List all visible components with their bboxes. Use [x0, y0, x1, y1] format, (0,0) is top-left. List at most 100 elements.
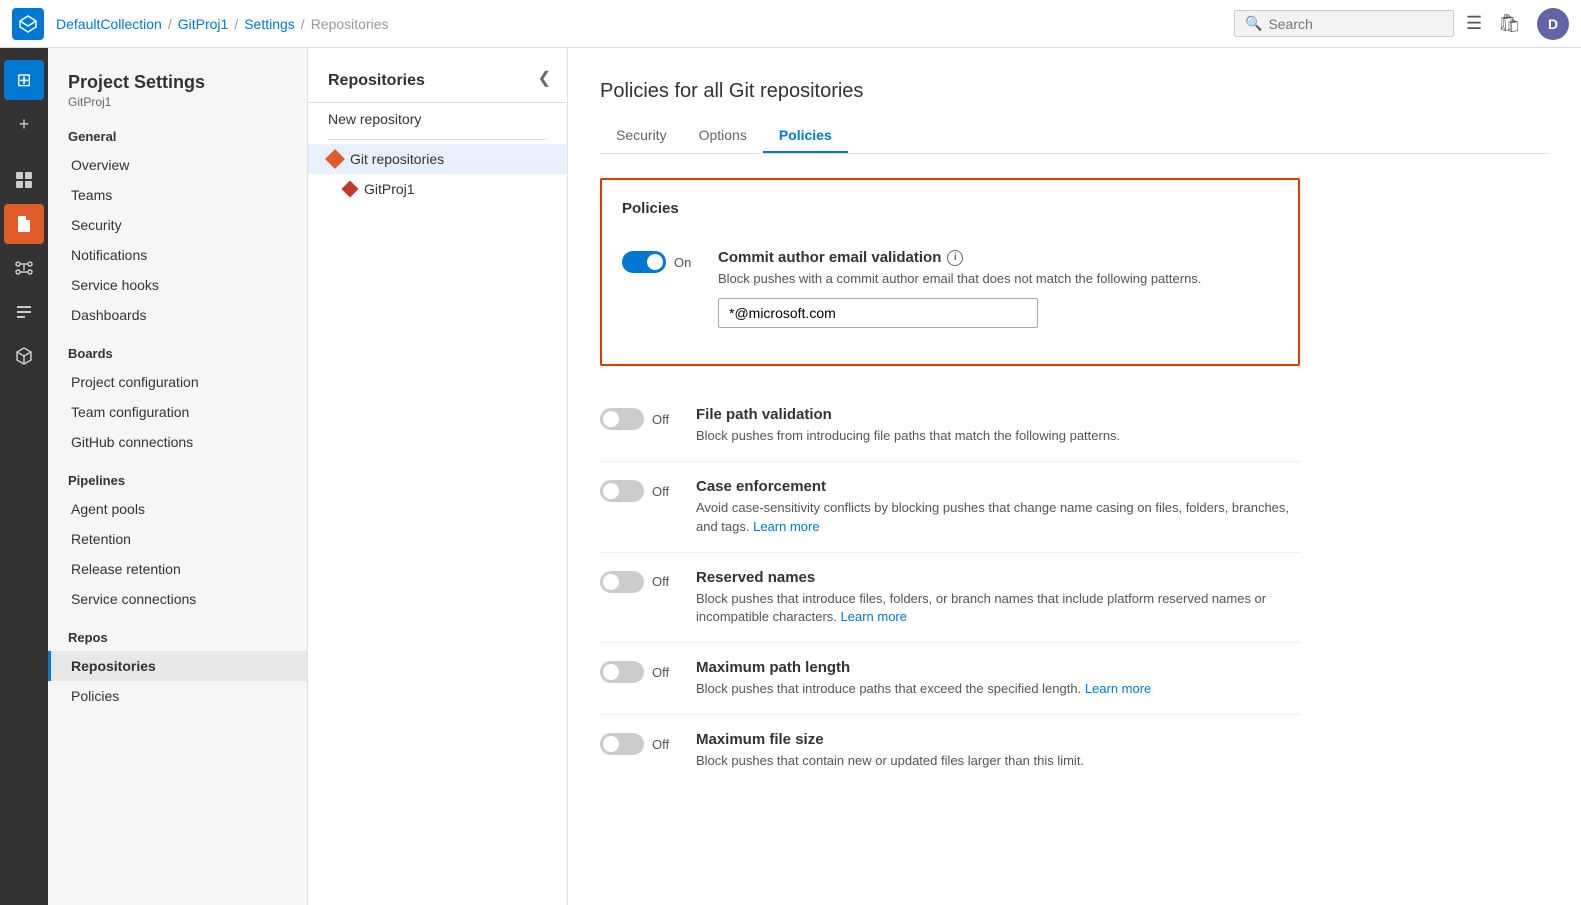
- sidebar-item-security[interactable]: Security: [48, 210, 307, 240]
- git-repos-icon: [325, 149, 345, 169]
- sidebar-header: Project Settings GitProj1: [48, 56, 307, 113]
- icon-rail: ⊞ +: [0, 0, 48, 905]
- policy-info-file-path: File path validation Block pushes from i…: [696, 406, 1300, 445]
- policies-highlighted-box: Policies On Commit author email validati…: [600, 178, 1300, 366]
- search-icon: 🔍: [1245, 15, 1262, 32]
- second-panel: ❮ Repositories New repository Git reposi…: [308, 0, 568, 905]
- tab-policies[interactable]: Policies: [763, 119, 848, 153]
- sidebar-item-team-config[interactable]: Team configuration: [48, 397, 307, 427]
- page-title: Policies for all Git repositories: [600, 80, 1549, 103]
- rail-repos[interactable]: [4, 204, 44, 244]
- main-inner: Policies for all Git repositories Securi…: [568, 56, 1581, 811]
- sidebar-item-service-hooks[interactable]: Service hooks: [48, 270, 307, 300]
- repo-name: GitProj1: [364, 181, 415, 197]
- toggle-reserved[interactable]: [600, 571, 644, 593]
- toggle-slider-reserved: [600, 571, 644, 593]
- bag-icon[interactable]: 🛍: [1498, 13, 1521, 34]
- toggle-label-path-length: Off: [652, 665, 669, 680]
- menu-icon[interactable]: ☰: [1466, 13, 1482, 34]
- commit-email-pattern-input[interactable]: [718, 298, 1038, 328]
- learn-more-case[interactable]: Learn more: [753, 519, 819, 534]
- rail-plus[interactable]: +: [4, 104, 44, 144]
- policy-title-reserved: Reserved names: [696, 569, 1300, 586]
- toggle-slider-commit-email: [622, 251, 666, 273]
- toggle-label-case: Off: [652, 484, 669, 499]
- breadcrumb-project[interactable]: GitProj1: [178, 16, 229, 32]
- toggle-path-length[interactable]: [600, 661, 644, 683]
- rail-home[interactable]: ⊞: [4, 60, 44, 100]
- tabs: Security Options Policies: [600, 119, 1549, 154]
- git-repositories-item[interactable]: Git repositories: [308, 144, 567, 174]
- sidebar-item-release-retention[interactable]: Release retention: [48, 554, 307, 584]
- section-general: General: [48, 113, 307, 150]
- sidebar-item-teams[interactable]: Teams: [48, 180, 307, 210]
- breadcrumb-collection[interactable]: DefaultCollection: [56, 16, 162, 32]
- toggle-case[interactable]: [600, 480, 644, 502]
- sidebar: Project Settings GitProj1 General Overvi…: [48, 0, 308, 905]
- app-logo[interactable]: [12, 8, 44, 40]
- policy-row-path-length: Off Maximum path length Block pushes tha…: [600, 643, 1300, 715]
- sidebar-title: Project Settings: [68, 72, 287, 93]
- tab-security[interactable]: Security: [600, 119, 683, 153]
- rail-testplans[interactable]: [4, 292, 44, 332]
- sidebar-subtitle: GitProj1: [68, 95, 287, 109]
- toggle-file-path[interactable]: [600, 408, 644, 430]
- learn-more-reserved[interactable]: Learn more: [841, 609, 907, 624]
- sidebar-item-dashboards[interactable]: Dashboards: [48, 300, 307, 330]
- sidebar-item-service-connections[interactable]: Service connections: [48, 584, 307, 614]
- policy-desc-file-path: Block pushes from introducing file paths…: [696, 427, 1300, 445]
- learn-more-path-length[interactable]: Learn more: [1085, 681, 1151, 696]
- sidebar-item-github[interactable]: GitHub connections: [48, 427, 307, 457]
- tab-options[interactable]: Options: [683, 119, 763, 153]
- toggle-commit-email[interactable]: [622, 251, 666, 273]
- toggle-file-size[interactable]: [600, 733, 644, 755]
- policy-info-reserved: Reserved names Block pushes that introdu…: [696, 569, 1300, 626]
- sidebar-item-notifications[interactable]: Notifications: [48, 240, 307, 270]
- policy-row-case: Off Case enforcement Avoid case-sensitiv…: [600, 462, 1300, 552]
- policy-desc-file-size: Block pushes that contain new or updated…: [696, 752, 1300, 770]
- avatar[interactable]: D: [1537, 8, 1569, 40]
- toggle-area-file-size: Off: [600, 731, 680, 755]
- sidebar-item-repositories[interactable]: Repositories: [48, 651, 307, 681]
- search-box[interactable]: 🔍: [1234, 10, 1454, 37]
- breadcrumb: DefaultCollection / GitProj1 / Settings …: [56, 16, 1234, 32]
- rail-boards[interactable]: [4, 160, 44, 200]
- policy-row-commit-email: On Commit author email validation i Bloc…: [622, 233, 1278, 344]
- breadcrumb-settings[interactable]: Settings: [244, 16, 295, 32]
- repo-icon: [342, 181, 359, 198]
- policy-input-commit-email: [718, 298, 1278, 328]
- sidebar-item-project-config[interactable]: Project configuration: [48, 367, 307, 397]
- toggle-slider-file-path: [600, 408, 644, 430]
- toggle-slider-path-length: [600, 661, 644, 683]
- policy-title-file-size: Maximum file size: [696, 731, 1300, 748]
- info-icon-commit-email[interactable]: i: [947, 250, 963, 266]
- topnav: DefaultCollection / GitProj1 / Settings …: [0, 0, 1581, 48]
- sidebar-item-overview[interactable]: Overview: [48, 150, 307, 180]
- policy-title-case: Case enforcement: [696, 478, 1300, 495]
- topnav-actions: ☰ 🛍 D: [1466, 8, 1569, 40]
- toggle-area-commit-email: On: [622, 249, 702, 273]
- policy-desc-case: Avoid case-sensitivity conflicts by bloc…: [696, 499, 1300, 535]
- new-repository-link[interactable]: New repository: [308, 103, 567, 135]
- gitproj1-item[interactable]: GitProj1: [308, 174, 567, 204]
- policy-info-commit-email: Commit author email validation i Block p…: [718, 249, 1278, 328]
- policies-section: Policies On Commit author email validati…: [600, 178, 1300, 787]
- policies-box-title: Policies: [622, 200, 1278, 217]
- rail-pipelines[interactable]: [4, 248, 44, 288]
- toggle-slider-case: [600, 480, 644, 502]
- sidebar-item-retention[interactable]: Retention: [48, 524, 307, 554]
- sidebar-item-policies[interactable]: Policies: [48, 681, 307, 711]
- policy-title-commit-email: Commit author email validation i: [718, 249, 1278, 266]
- policy-row-file-size: Off Maximum file size Block pushes that …: [600, 715, 1300, 786]
- toggle-slider-file-size: [600, 733, 644, 755]
- policy-info-path-length: Maximum path length Block pushes that in…: [696, 659, 1300, 698]
- toggle-label-reserved: Off: [652, 574, 669, 589]
- rail-artifacts[interactable]: [4, 336, 44, 376]
- second-panel-header: Repositories: [308, 56, 567, 103]
- collapse-button[interactable]: ❮: [534, 64, 555, 92]
- toggle-area-path-length: Off: [600, 659, 680, 683]
- search-input[interactable]: [1268, 16, 1443, 32]
- sidebar-item-agent-pools[interactable]: Agent pools: [48, 494, 307, 524]
- toggle-area-file-path: Off: [600, 406, 680, 430]
- breadcrumb-current: Repositories: [311, 16, 389, 32]
